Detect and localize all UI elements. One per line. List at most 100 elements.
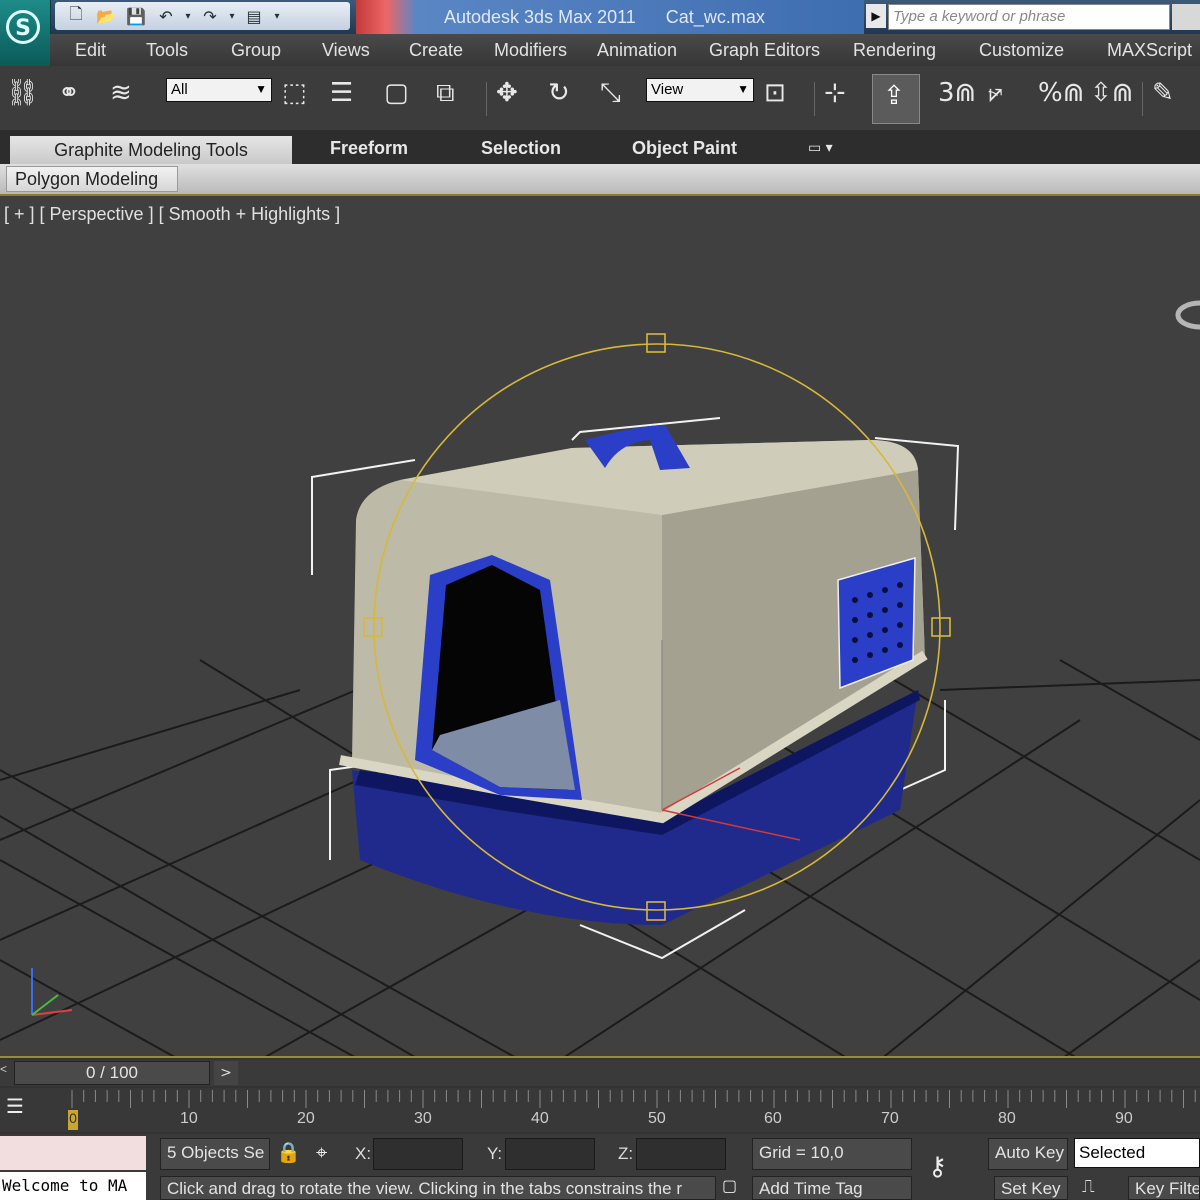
file-name: Cat_wc.max [665,6,765,27]
selection-count: 5 Objects Se [160,1138,270,1170]
angle-snap-icon[interactable]: ⦬ [988,78,1003,108]
grid-size: Grid = 10,0 [752,1138,912,1170]
chevron-down-icon: ▼ [255,82,267,96]
infocenter-collapse-icon[interactable]: ▶ [866,4,886,28]
tab-object-paint[interactable]: Object Paint [632,138,737,159]
upload-icon: ⇪ [883,81,905,111]
menu-maxscript[interactable]: MAXScript [1107,40,1192,61]
menu-create[interactable]: Create [409,40,463,61]
link-icon[interactable]: ⛓ [6,78,39,108]
tick-label: 20 [297,1110,315,1127]
viewport-label-menu[interactable]: [ + ] [ Perspective ] [ Smooth + Highlig… [4,204,340,225]
selection-lock-icon[interactable]: 🔒 [276,1140,301,1164]
qat-menu-icon[interactable]: ▾ [271,5,283,27]
redo-icon[interactable]: ↷ [197,5,223,27]
window-crossing-icon[interactable]: ⧉ [436,78,455,108]
snap-toggle-icon[interactable]: 3⋒ [938,78,976,108]
maxscript-mini-listener-output[interactable] [0,1136,146,1170]
time-tag-icon[interactable]: ▢ [722,1176,737,1195]
infocenter-search-button[interactable] [1172,4,1200,30]
toolbar-divider [486,82,487,116]
menu-edit[interactable]: Edit [75,40,106,61]
infocenter-search-input[interactable]: Type a keyword or phrase [888,4,1170,30]
quick-access-toolbar: 🗋 📂 💾 ↶ ▾ ↷ ▾ ▤ ▾ [55,2,350,30]
undo-icon[interactable]: ↶ [153,5,179,27]
x-coordinate-field[interactable] [373,1138,463,1170]
open-folder-icon[interactable]: 📂 [93,5,119,27]
application-button[interactable]: S [0,0,51,66]
set-key-icon[interactable]: ⚷ [928,1152,947,1182]
menu-views[interactable]: Views [322,40,370,61]
z-coordinate-field[interactable] [636,1138,726,1170]
time-marker[interactable]: 0 [68,1110,78,1130]
toolbar-divider [814,82,815,116]
toolbar-divider [1142,82,1143,116]
move-icon[interactable]: ✥ [496,78,518,108]
menu-animation[interactable]: Animation [597,40,677,61]
tab-selection[interactable]: Selection [481,138,561,159]
perspective-viewport[interactable] [0,196,1200,1058]
edit-named-selections-icon[interactable]: ✎ [1152,78,1174,108]
ribbon-panel-bar [0,164,1200,196]
rectangular-selection-icon[interactable]: ▢ [384,78,409,108]
time-slider[interactable]: 0 / 100 [14,1061,210,1085]
key-filter-selection-dropdown[interactable]: Selected [1074,1138,1200,1168]
tick-label: 80 [998,1110,1016,1127]
panel-polygon-modeling[interactable]: Polygon Modeling [6,166,178,192]
tick-label: 30 [414,1110,432,1127]
tab-graphite-modeling-tools[interactable]: Graphite Modeling Tools [10,136,292,164]
tick-label: 60 [764,1110,782,1127]
new-file-icon[interactable]: 🗋 [63,4,89,27]
pivot-center-icon[interactable]: ⊡ [764,78,786,108]
maxscript-mini-listener[interactable]: Welcome to MA [0,1172,146,1200]
ribbon-options-icon[interactable]: ▭ ▾ [808,140,833,156]
menu-customize[interactable]: Customize [979,40,1064,61]
bind-space-warp-icon[interactable]: ≋ [110,78,132,108]
time-next-button[interactable]: > [214,1061,238,1085]
rotate-icon[interactable]: ↻ [548,78,570,108]
tick-label: 10 [180,1110,198,1127]
select-and-manipulate-icon[interactable]: ⊹ [824,78,846,108]
menu-graph-editors[interactable]: Graph Editors [709,40,820,61]
percent-snap-label: % [1038,78,1063,108]
snap-toggle-label: 3 [938,78,955,108]
tick-label: 50 [648,1110,666,1127]
set-key-button[interactable]: Set Key [994,1176,1068,1200]
time-prev-button[interactable]: < [0,1062,10,1084]
y-label: Y: [487,1144,503,1163]
curve-editor-toggle-icon[interactable]: ☰ [6,1094,38,1124]
window-title: Autodesk 3ds Max 2011 Cat_wc.max [356,0,864,34]
menu-modifiers[interactable]: Modifiers [494,40,567,61]
unlink-icon[interactable]: ⚭ [58,78,80,108]
project-folder-icon[interactable]: ▤ [241,5,267,27]
spinner-snap-icon[interactable]: ⇳⋒ [1090,78,1134,108]
tick-label: 70 [881,1110,899,1127]
keyboard-shortcut-override-button[interactable]: ⇪ [872,74,920,124]
auto-key-button[interactable]: Auto Key [988,1138,1068,1170]
track-bar-ticks [71,1090,1196,1108]
menu-tools[interactable]: Tools [146,40,188,61]
y-coordinate-field[interactable] [505,1138,595,1170]
save-icon[interactable]: 💾 [123,5,149,27]
redo-dropdown-icon[interactable]: ▾ [227,5,237,27]
tick-label: 90 [1115,1110,1133,1127]
select-by-name-icon[interactable]: ☰ [330,78,353,108]
tab-freeform[interactable]: Freeform [330,138,408,159]
reference-coordinate-dropdown[interactable]: View ▼ [646,78,754,102]
percent-snap-icon[interactable]: %⋒ [1038,78,1085,108]
viewport-scene [0,196,1200,1056]
menu-group[interactable]: Group [231,40,281,61]
selection-filter-dropdown[interactable]: All ▼ [166,78,272,102]
scale-icon[interactable]: ⤡ [600,78,621,108]
menu-rendering[interactable]: Rendering [853,40,936,61]
absolute-mode-icon[interactable]: ⌖ [316,1140,327,1164]
add-time-tag-button[interactable]: Add Time Tag [752,1176,912,1200]
key-filters-button[interactable]: Key Filte [1128,1176,1200,1200]
undo-dropdown-icon[interactable]: ▾ [183,5,193,27]
z-label: Z: [618,1144,634,1163]
selection-filter-value: All [171,81,188,98]
key-mode-icon[interactable]: ⎍ [1082,1176,1095,1197]
select-object-icon[interactable]: ⬚ [282,78,307,108]
app-title: Autodesk 3ds Max 2011 [444,6,636,27]
tick-label: 40 [531,1110,549,1127]
